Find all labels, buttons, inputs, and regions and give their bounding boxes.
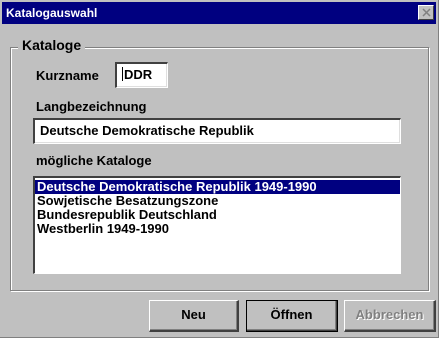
close-button[interactable]: [418, 5, 434, 20]
list-item[interactable]: Sowjetische Besatzungszone: [35, 194, 400, 208]
groupbox-legend: Kataloge: [18, 37, 86, 53]
dialog-window: Katalogauswahl Kataloge Kurzname DDR Lan…: [0, 0, 439, 338]
title-bar[interactable]: Katalogauswahl: [2, 2, 436, 24]
kurzname-field[interactable]: DDR: [115, 62, 168, 88]
close-icon: [422, 8, 431, 17]
langbezeichnung-value: Deutsche Demokratische Republik: [40, 123, 254, 138]
neu-button[interactable]: Neu: [149, 300, 239, 332]
kataloge-listbox[interactable]: Deutsche Demokratische Republik 1949-199…: [33, 176, 401, 274]
kurzname-label: Kurzname: [36, 68, 99, 83]
langbezeichnung-label: Langbezeichnung: [36, 99, 147, 114]
abbrechen-button[interactable]: Abbrechen: [344, 300, 436, 332]
list-item[interactable]: Deutsche Demokratische Republik 1949-199…: [35, 180, 400, 194]
langbezeichnung-field[interactable]: Deutsche Demokratische Republik: [33, 118, 401, 144]
window-title: Katalogauswahl: [6, 6, 98, 20]
kataloge-label: mögliche Kataloge: [36, 153, 152, 168]
list-item[interactable]: Westberlin 1949-1990: [35, 222, 400, 236]
list-item[interactable]: Bundesrepublik Deutschland: [35, 208, 400, 222]
text-caret: [122, 67, 123, 81]
oeffnen-button[interactable]: Öffnen: [246, 300, 338, 332]
kurzname-value: DDR: [124, 67, 153, 82]
